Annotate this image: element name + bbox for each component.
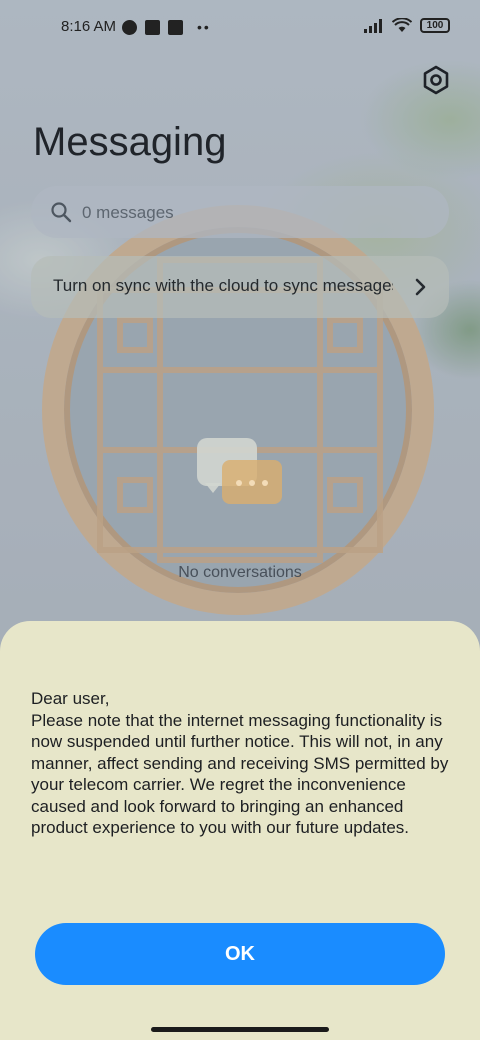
data-saver-icon: [122, 19, 137, 35]
notice-body: Please note that the internet messaging …: [31, 710, 449, 838]
signal-icon: [364, 18, 382, 33]
status-bar: 8:16 AM •• 100: [0, 0, 480, 56]
sync-banner-text: Turn on sync with the cloud to sync mess…: [53, 276, 393, 295]
ok-button[interactable]: OK: [35, 923, 445, 985]
search-icon: [51, 202, 72, 223]
notice-greeting: Dear user,: [31, 689, 110, 708]
search-bar[interactable]: 0 messages: [31, 186, 449, 238]
search-input[interactable]: 0 messages: [82, 203, 174, 223]
status-time: 8:16 AM: [61, 18, 117, 35]
home-indicator[interactable]: [151, 1027, 329, 1032]
notice-message: Dear user, Please note that the internet…: [31, 688, 461, 839]
sync-banner[interactable]: Turn on sync with the cloud to sync mess…: [31, 256, 449, 318]
app-notification-icon: [145, 19, 160, 35]
more-dots-icon: ••: [197, 19, 211, 35]
empty-state-bubble-tail: [205, 483, 221, 493]
page-title: Messaging: [33, 120, 227, 164]
gear-icon[interactable]: [420, 64, 452, 96]
chevron-right-icon: [415, 278, 426, 296]
empty-state-typing-icon: [222, 460, 282, 504]
empty-state-label: No conversations: [178, 564, 302, 581]
upload-icon: [168, 19, 183, 35]
wifi-icon: [392, 18, 412, 32]
status-notification-icons: ••: [122, 19, 211, 35]
battery-icon: 100: [420, 18, 450, 33]
status-system-icons: 100: [364, 18, 450, 33]
